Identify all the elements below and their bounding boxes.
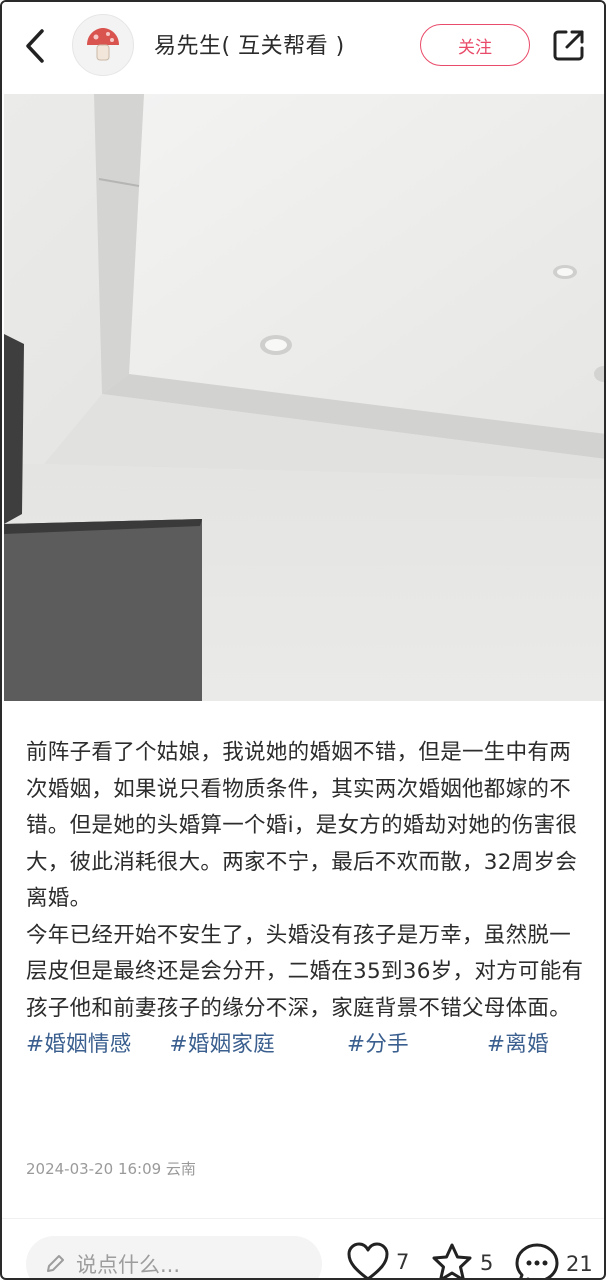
comment-input[interactable]: 说点什么... xyxy=(26,1236,322,1278)
comment-button[interactable]: 21 xyxy=(514,1242,593,1278)
divider xyxy=(2,1218,604,1219)
comment-count: 21 xyxy=(566,1252,593,1276)
post-header: 易先生( 互关帮看 ) 关注 xyxy=(2,2,604,92)
post-paragraph-1: 前阵子看了个姑娘，我说她的婚姻不错，但是一生中有两次婚姻，如果说只看物质条件，其… xyxy=(26,740,578,911)
post-paragraph-2-text: 今年已经开始不安生了，头婚没有孩子是万幸，虽然脱一层皮但是最终还是会分开，二婚在… xyxy=(26,922,584,1021)
collect-count: 5 xyxy=(480,1251,494,1275)
heart-icon xyxy=(347,1242,389,1278)
author-name[interactable]: 易先生( 互关帮看 ) xyxy=(154,28,345,60)
follow-button[interactable]: 关注 xyxy=(420,24,530,66)
hashtag-marriage-family[interactable]: #婚姻家庭 xyxy=(170,1032,276,1057)
chevron-left-icon xyxy=(26,29,44,63)
post-meta: 2024-03-20 16:09 云南 xyxy=(26,1160,196,1178)
ceiling-photo xyxy=(4,94,604,701)
share-icon xyxy=(553,30,584,61)
comment-placeholder: 说点什么... xyxy=(76,1253,181,1277)
avatar[interactable] xyxy=(72,14,134,76)
share-button[interactable] xyxy=(550,26,588,64)
post-paragraph-2: 今年已经开始不安生了，头婚没有孩子是万幸，虽然脱一层皮但是最终还是会分开，二婚在… xyxy=(26,918,592,1064)
post-image[interactable] xyxy=(4,94,604,701)
hashtag-marriage-emotion[interactable]: #婚姻情感 xyxy=(26,1032,132,1057)
star-icon xyxy=(432,1243,472,1278)
mushroom-icon xyxy=(87,28,119,61)
hashtag-breakup[interactable]: #分手 xyxy=(347,1032,409,1057)
hashtag-divorce[interactable]: #离婚 xyxy=(487,1032,549,1057)
pencil-icon xyxy=(47,1255,64,1272)
post-body: 前阵子看了个姑娘，我说她的婚姻不错，但是一生中有两次婚姻，如果说只看物质条件，其… xyxy=(26,735,592,1064)
app-frame: 易先生( 互关帮看 ) 关注 前阵子看了个姑娘，我说她的婚姻不错，但是一生中有两… xyxy=(0,0,606,1280)
chat-bubble-icon xyxy=(515,1243,559,1278)
like-count: 7 xyxy=(396,1250,410,1274)
back-button[interactable] xyxy=(18,24,52,68)
collect-button[interactable]: 5 xyxy=(430,1242,494,1278)
like-button[interactable]: 7 xyxy=(346,1242,410,1278)
